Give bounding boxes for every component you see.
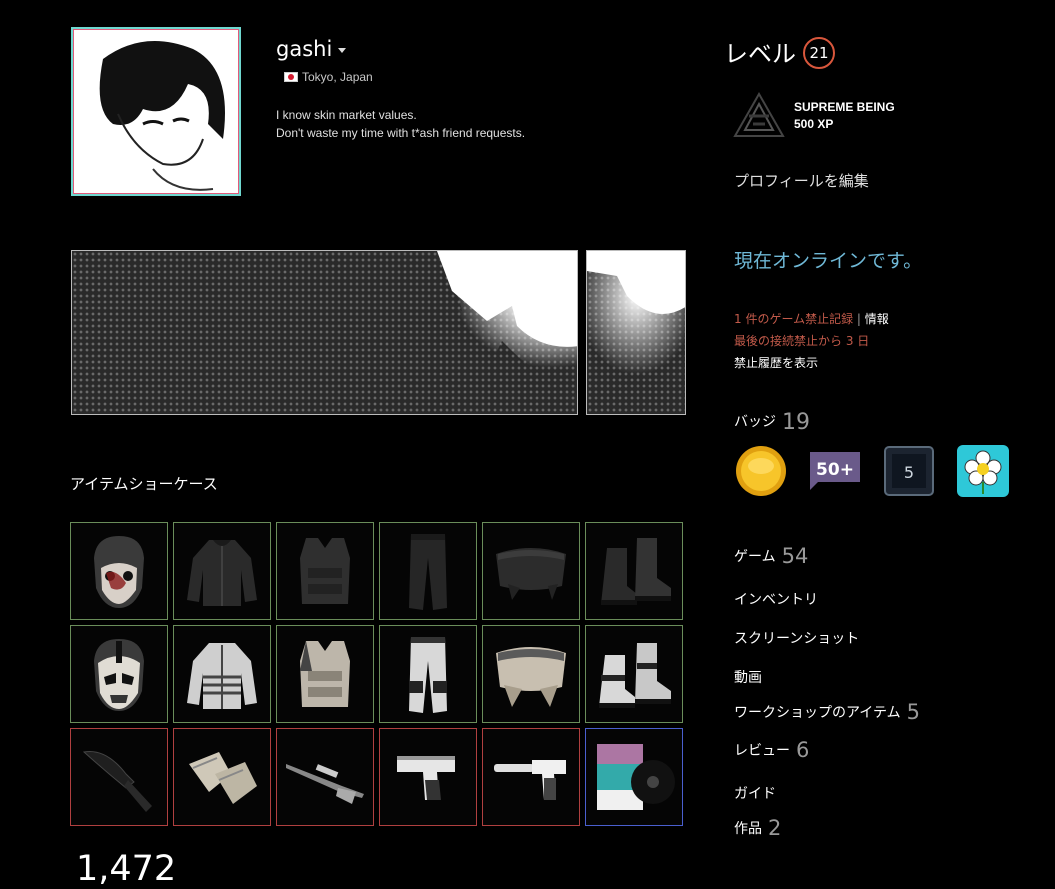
nav-label: スクリーンショット (734, 631, 860, 647)
gold-coin-icon[interactable] (734, 444, 788, 498)
showcase-item-dark-boots[interactable] (585, 522, 683, 620)
location-text: Tokyo, Japan (302, 70, 373, 84)
persona-name[interactable]: gashi (276, 37, 347, 61)
artwork-panel-left[interactable] (71, 250, 578, 415)
halftone-artwork-image (587, 251, 685, 381)
showcase-item-white-kilt[interactable] (482, 625, 580, 723)
nav-artwork[interactable]: 作品 2 (734, 816, 781, 840)
edit-profile-link[interactable]: プロフィールを編集 (734, 170, 869, 191)
nav-label: ワークショップのアイテム (734, 705, 901, 721)
showcase-item-dark-jacket[interactable] (173, 522, 271, 620)
nav-videos[interactable]: 動画 (734, 667, 762, 687)
level-label: レベル (724, 40, 796, 68)
chevron-down-icon[interactable] (338, 47, 347, 53)
badges-link[interactable]: バッジ 19 (734, 410, 810, 435)
nav-workshop[interactable]: ワークショップのアイテム 5 (734, 700, 920, 724)
fifty-plus-icon[interactable]: 50+ (808, 444, 862, 498)
showcase-item-dark-pants[interactable] (379, 522, 477, 620)
xp-badge-name: SUPREME BEING (794, 100, 895, 114)
online-status: 現在オンラインです。 (734, 250, 923, 272)
showcase-item-desert-eagle[interactable] (379, 728, 477, 826)
avatar[interactable] (71, 27, 241, 196)
showcase-item-dark-vest[interactable] (276, 522, 374, 620)
nav-label: レビュー (734, 743, 790, 759)
ban-days-since: 最後の接続禁止から 3 日 (734, 334, 870, 348)
nav-label: 動画 (734, 670, 762, 686)
location: Tokyo, Japan (284, 70, 373, 84)
nav-screenshots[interactable]: スクリーンショット (734, 628, 859, 648)
showcase-item-kukri-knife[interactable] (70, 728, 168, 826)
persona-name-text: gashi (276, 37, 333, 61)
profile-summary: I know skin market values. Don't waste m… (276, 106, 525, 142)
nav-count: 54 (781, 544, 809, 568)
showcase-item-music-kit[interactable] (585, 728, 683, 826)
flower-icon[interactable] (956, 444, 1010, 498)
nav-games[interactable]: ゲーム 54 (734, 544, 808, 568)
nav-label: ゲーム (734, 549, 776, 565)
showcase-item-skull-mask[interactable] (70, 522, 168, 620)
ban-status: 1 件のゲーム禁止記録 | 情報 (734, 310, 889, 327)
showcase-item-white-jacket[interactable] (173, 625, 271, 723)
badges-label: バッジ (734, 414, 776, 430)
showcase-item-gloves[interactable] (173, 728, 271, 826)
showcase-item-white-vest[interactable] (276, 625, 374, 723)
artwork-panel-right[interactable] (586, 250, 686, 415)
badges-count: 19 (782, 410, 810, 435)
ban-info-link[interactable]: 情報 (865, 312, 889, 326)
summary-line: I know skin market values. (276, 108, 417, 122)
xp-badge-icon[interactable] (733, 91, 785, 140)
badge-row: 50+ 5 (734, 444, 1010, 498)
nav-label: ガイド (734, 786, 776, 802)
ban-count-text: 1 件のゲーム禁止記録 (734, 312, 854, 326)
item-showcase-grid (70, 522, 683, 826)
nav-count: 6 (796, 738, 810, 762)
showcase-item-white-boots[interactable] (585, 625, 683, 723)
xp-value: 500 XP (794, 117, 834, 131)
nav-label: 作品 (734, 821, 762, 837)
separator: | (853, 312, 865, 326)
nav-count: 5 (906, 700, 920, 724)
anime-avatar-image (73, 29, 239, 194)
showcase-item-silenced-pistol[interactable] (482, 728, 580, 826)
item-showcase-title: アイテムショーケース (70, 475, 218, 493)
summary-line: Don't waste my time with t*ash friend re… (276, 126, 526, 140)
nav-label: インベントリ (734, 592, 818, 608)
nav-reviews[interactable]: レビュー 6 (734, 738, 809, 762)
showcase-item-dark-kilt[interactable] (482, 522, 580, 620)
nav-inventory[interactable]: インベントリ (734, 589, 818, 609)
halftone-artwork-image (412, 251, 577, 381)
nav-count: 2 (768, 816, 782, 840)
years-service-icon[interactable]: 5 (882, 444, 936, 498)
svg-text:5: 5 (904, 463, 914, 482)
showcase-item-white-mask[interactable] (70, 625, 168, 723)
svg-text:50+: 50+ (816, 460, 854, 480)
japan-flag-icon (284, 72, 298, 82)
ban-history-link[interactable]: 禁止履歴を表示 (734, 354, 818, 371)
nav-guides[interactable]: ガイド (734, 783, 776, 803)
showcase-item-sniper-rifle[interactable] (276, 728, 374, 826)
item-count: 1,472 (76, 849, 177, 889)
showcase-item-white-pants[interactable] (379, 625, 477, 723)
level-badge[interactable]: 21 (803, 37, 835, 69)
